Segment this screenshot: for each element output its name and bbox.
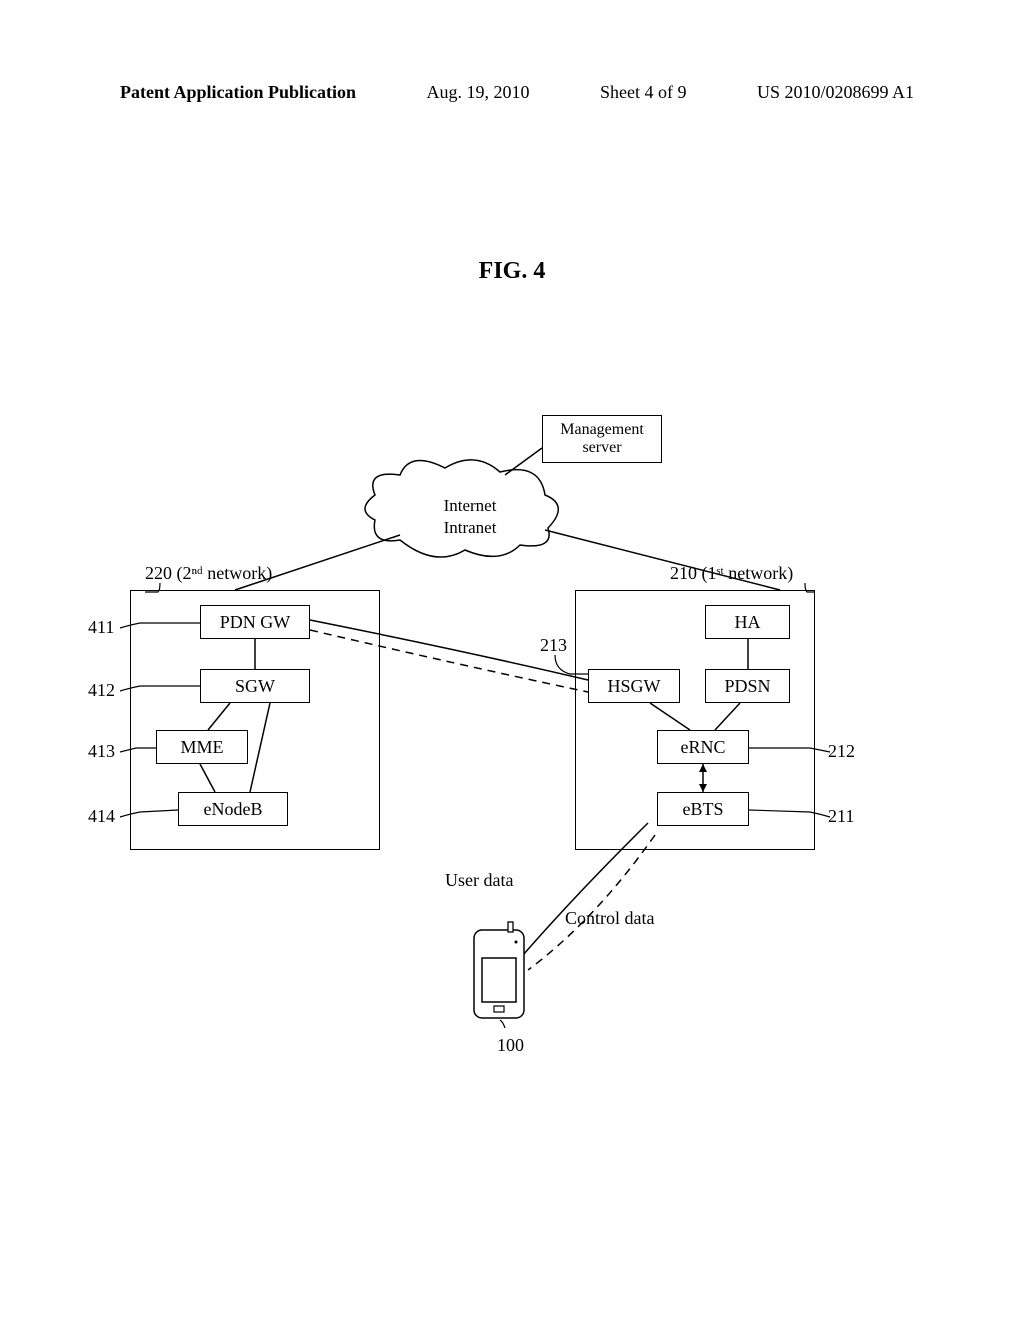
user-data-label: User data <box>445 870 513 891</box>
ernc-node: eRNC <box>657 730 749 764</box>
pdn-gw-node: PDN GW <box>200 605 310 639</box>
ref-220-txt: (2ⁿᵈ network) <box>177 563 273 583</box>
mgmt-server-line1: Management <box>560 421 644 439</box>
ref-212: 212 <box>828 741 855 762</box>
header-sheet: Sheet 4 of 9 <box>600 82 686 103</box>
ref-100: 100 <box>497 1035 524 1056</box>
ref-411: 411 <box>88 617 114 638</box>
enodeb-node: eNodeB <box>178 792 288 826</box>
sgw-node: SGW <box>200 669 310 703</box>
ref-210: 210 (1ˢᵗ network) <box>670 563 793 584</box>
pdsn-node: PDSN <box>705 669 790 703</box>
ebts-node: eBTS <box>657 792 749 826</box>
control-data-label: Control data <box>565 908 654 929</box>
cloud-line1: Internet <box>415 495 525 517</box>
ref-213: 213 <box>540 635 567 656</box>
internet-cloud-label: Internet Intranet <box>415 495 525 539</box>
ref-211: 211 <box>828 806 854 827</box>
ref-413: 413 <box>88 741 115 762</box>
header-publication: Patent Application Publication <box>120 82 356 103</box>
ref-414: 414 <box>88 806 115 827</box>
hsgw-node: HSGW <box>588 669 680 703</box>
ha-node: HA <box>705 605 790 639</box>
mobile-terminal-icon <box>470 920 528 1020</box>
management-server-box: Management server <box>542 415 662 463</box>
cloud-line2: Intranet <box>415 517 525 539</box>
ref-412: 412 <box>88 680 115 701</box>
ref-220: 220 (2ⁿᵈ network) <box>145 563 272 584</box>
header-pubno: US 2010/0208699 A1 <box>757 82 914 103</box>
mme-node: MME <box>156 730 248 764</box>
header-date: Aug. 19, 2010 <box>427 82 530 103</box>
ref-220-num: 220 <box>145 563 172 583</box>
ref-210-num: 210 <box>670 563 697 583</box>
network-diagram: Management server Internet Intranet PDN … <box>100 380 924 1080</box>
mgmt-server-line2: server <box>582 439 621 457</box>
ref-210-txt: (1ˢᵗ network) <box>702 563 794 583</box>
figure-title: FIG. 4 <box>0 258 1024 285</box>
